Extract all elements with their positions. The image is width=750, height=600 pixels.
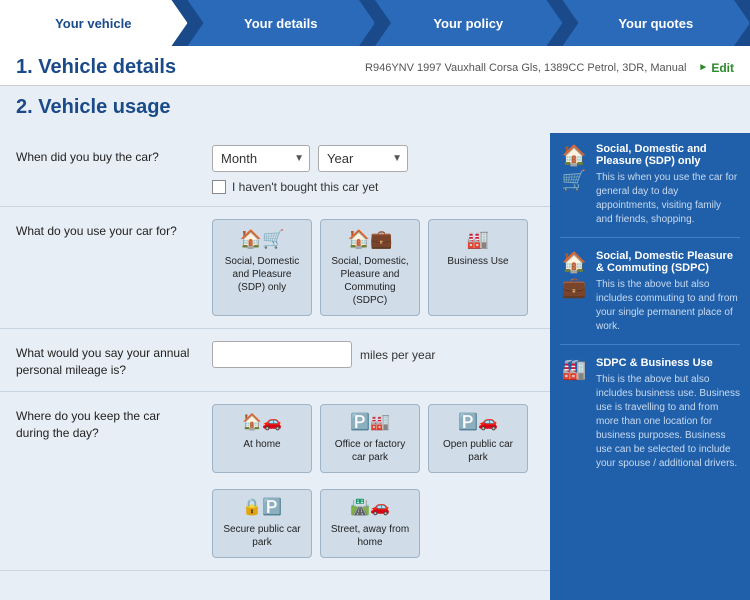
sidebar-item-sdp: 🏠🛒 Social, Domestic and Pleasure (SDP) o… bbox=[560, 143, 740, 238]
main-form: When did you buy the car? Month January … bbox=[0, 133, 550, 600]
edit-arrow-icon: ► bbox=[698, 62, 708, 73]
tab-your-details[interactable]: Your details bbox=[188, 0, 376, 46]
sidebar-business-title: SDPC & Business Use bbox=[596, 357, 740, 369]
tab-your-vehicle[interactable]: Your vehicle bbox=[0, 0, 188, 46]
sidebar-business-description: This is the above but also includes busi… bbox=[596, 373, 740, 471]
vehicle-usage-title: 2. Vehicle usage bbox=[16, 96, 734, 119]
tab-your-quotes[interactable]: Your quotes bbox=[563, 0, 750, 46]
open-public-icon: 🅿️🚗 bbox=[435, 413, 521, 434]
car-use-controls: 🏠🛒 Social, Domestic and Pleasure (SDP) o… bbox=[212, 219, 534, 316]
parking-row: Where do you keep the car during the day… bbox=[0, 392, 550, 571]
not-bought-label: I haven't bought this car yet bbox=[232, 180, 378, 194]
sdp-label: Social, Domestic and Pleasure (SDP) only bbox=[225, 256, 299, 293]
mileage-input-row: miles per year bbox=[212, 341, 534, 368]
usage-btn-sdp[interactable]: 🏠🛒 Social, Domestic and Pleasure (SDP) o… bbox=[212, 219, 312, 316]
open-public-label: Open public car park bbox=[443, 439, 513, 463]
purchase-date-row: When did you buy the car? Month January … bbox=[0, 133, 550, 207]
at-home-icon: 🏠🚗 bbox=[219, 413, 305, 434]
sidebar-sdpc-description: This is the above but also includes comm… bbox=[596, 278, 740, 334]
purchase-date-label: When did you buy the car? bbox=[16, 145, 196, 166]
vehicle-details-section: 1. Vehicle details R946YNV 1997 Vauxhall… bbox=[0, 46, 750, 86]
sidebar-sdpc-title: Social, Domestic Pleasure & Commuting (S… bbox=[596, 250, 740, 274]
car-use-label: What do you use your car for? bbox=[16, 219, 196, 240]
mileage-controls: miles per year bbox=[212, 341, 534, 368]
sidebar-item-sdpc: 🏠💼 Social, Domestic Pleasure & Commuting… bbox=[560, 250, 740, 345]
sidebar-sdp-title: Social, Domestic and Pleasure (SDP) only bbox=[596, 143, 740, 167]
tab-your-policy[interactable]: Your policy bbox=[375, 0, 563, 46]
sidebar-item-business: 🏭 SDPC & Business Use This is the above … bbox=[560, 357, 740, 481]
info-sidebar: 🏠🛒 Social, Domestic and Pleasure (SDP) o… bbox=[550, 133, 750, 600]
sidebar-business-icon: 🏭 bbox=[560, 357, 588, 471]
business-label: Business Use bbox=[447, 256, 508, 267]
mileage-input[interactable] bbox=[212, 341, 352, 368]
office-factory-label: Office or factory car park bbox=[335, 439, 405, 463]
street-away-label: Street, away from home bbox=[331, 524, 409, 548]
business-icon: 🏭 bbox=[435, 228, 521, 251]
office-factory-icon: 🅿️🏭 bbox=[327, 413, 413, 434]
sidebar-business-text: SDPC & Business Use This is the above bu… bbox=[596, 357, 740, 471]
sdpc-icon: 🏠💼 bbox=[327, 228, 413, 251]
sidebar-sdp-text: Social, Domestic and Pleasure (SDP) only… bbox=[596, 143, 740, 227]
vehicle-info-text: R946YNV 1997 Vauxhall Corsa Gls, 1389CC … bbox=[365, 62, 686, 74]
date-selects-row: Month January February March April May J… bbox=[212, 145, 534, 172]
vehicle-details-title: 1. Vehicle details bbox=[16, 56, 176, 79]
not-bought-row: I haven't bought this car yet bbox=[212, 180, 534, 194]
location-btn-office-factory[interactable]: 🅿️🏭 Office or factory car park bbox=[320, 404, 420, 473]
location-btn-secure-public[interactable]: 🔒🅿️ Secure public car park bbox=[212, 489, 312, 558]
parking-controls: 🏠🚗 At home 🅿️🏭 Office or factory car par… bbox=[212, 404, 534, 558]
month-select-wrapper: Month January February March April May J… bbox=[212, 145, 310, 172]
location-buttons-group: 🏠🚗 At home 🅿️🏭 Office or factory car par… bbox=[212, 404, 534, 473]
year-select[interactable]: Year 2024 2023 2022 2021 2020 2019 2018 … bbox=[318, 145, 408, 172]
sidebar-sdp-icon: 🏠🛒 bbox=[560, 143, 588, 227]
not-bought-checkbox[interactable] bbox=[212, 180, 226, 194]
sidebar-sdp-description: This is when you use the car for general… bbox=[596, 171, 740, 227]
sidebar-sdpc-icon: 🏠💼 bbox=[560, 250, 588, 334]
sdpc-label: Social, Domestic, Pleasure and Commuting… bbox=[331, 256, 408, 306]
sdp-icon: 🏠🛒 bbox=[219, 228, 305, 251]
location-btn-at-home[interactable]: 🏠🚗 At home bbox=[212, 404, 312, 473]
mileage-row: What would you say your annual personal … bbox=[0, 329, 550, 392]
parking-label: Where do you keep the car during the day… bbox=[16, 404, 196, 442]
content-with-sidebar: When did you buy the car? Month January … bbox=[0, 133, 750, 600]
vehicle-usage-header: 2. Vehicle usage bbox=[0, 86, 750, 133]
at-home-label: At home bbox=[243, 439, 280, 450]
location-buttons-group-2: 🔒🅿️ Secure public car park 🛣️🚗 Street, a… bbox=[212, 489, 534, 558]
secure-public-icon: 🔒🅿️ bbox=[219, 498, 305, 519]
car-use-row: What do you use your car for? 🏠🛒 Social,… bbox=[0, 207, 550, 329]
edit-link[interactable]: ► Edit bbox=[698, 61, 734, 75]
month-select[interactable]: Month January February March April May J… bbox=[212, 145, 310, 172]
navigation-tabs: Your vehicle Your details Your policy Yo… bbox=[0, 0, 750, 46]
year-select-wrapper: Year 2024 2023 2022 2021 2020 2019 2018 … bbox=[318, 145, 408, 172]
location-btn-open-public[interactable]: 🅿️🚗 Open public car park bbox=[428, 404, 528, 473]
location-btn-street-away[interactable]: 🛣️🚗 Street, away from home bbox=[320, 489, 420, 558]
secure-public-label: Secure public car park bbox=[223, 524, 300, 548]
mileage-label: What would you say your annual personal … bbox=[16, 341, 196, 379]
sidebar-sdpc-text: Social, Domestic Pleasure & Commuting (S… bbox=[596, 250, 740, 334]
street-away-icon: 🛣️🚗 bbox=[327, 498, 413, 519]
usage-btn-sdpc[interactable]: 🏠💼 Social, Domestic, Pleasure and Commut… bbox=[320, 219, 420, 316]
miles-per-year-label: miles per year bbox=[360, 348, 435, 362]
purchase-date-controls: Month January February March April May J… bbox=[212, 145, 534, 194]
usage-btn-business[interactable]: 🏭 Business Use bbox=[428, 219, 528, 316]
usage-buttons-group: 🏠🛒 Social, Domestic and Pleasure (SDP) o… bbox=[212, 219, 534, 316]
main-content: 1. Vehicle details R946YNV 1997 Vauxhall… bbox=[0, 46, 750, 600]
